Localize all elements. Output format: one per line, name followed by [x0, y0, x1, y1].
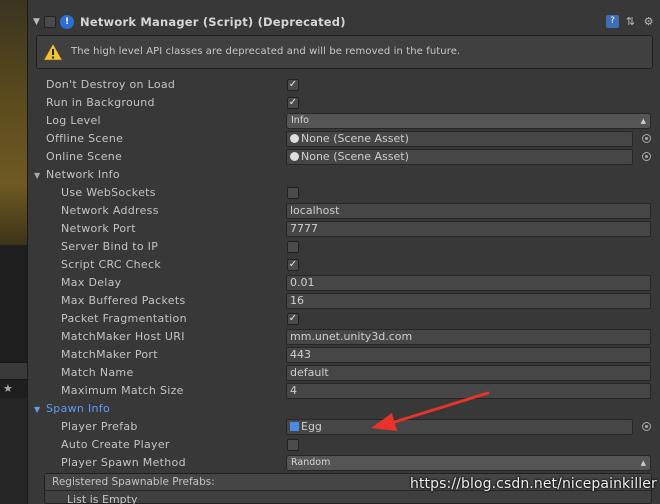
run-background-label: Run in Background [46, 96, 155, 109]
script-crc-label: Script CRC Check [61, 258, 161, 271]
auto-create-checkbox[interactable] [287, 439, 299, 451]
mm-port-label: MatchMaker Port [61, 348, 158, 361]
deprecation-warning-box: The high level API classes are deprecate… [36, 35, 653, 69]
row-packet-frag: Packet Fragmentation ✓ [28, 310, 660, 328]
favorites-star-icon[interactable]: ★ [3, 382, 13, 395]
row-dont-destroy: Don't Destroy on Load ✓ [28, 76, 660, 94]
row-network-port: Network Port 7777 [28, 220, 660, 238]
offline-scene-field[interactable]: None (Scene Asset) [286, 131, 633, 147]
match-name-input[interactable]: default [286, 365, 651, 381]
row-max-match: Maximum Match Size 4 [28, 382, 660, 400]
row-match-name: Match Name default [28, 364, 660, 382]
row-mm-host: MatchMaker Host URI mm.unet.unity3d.com [28, 328, 660, 346]
use-websockets-checkbox[interactable] [287, 187, 299, 199]
spawn-method-value: Random [291, 457, 331, 468]
script-info-icon: ! [60, 15, 74, 29]
object-picker-icon[interactable] [642, 422, 651, 431]
network-info-label[interactable]: ▼ Network Info [34, 168, 120, 181]
player-prefab-label: Player Prefab [61, 420, 138, 433]
mm-host-label: MatchMaker Host URI [61, 330, 185, 343]
online-scene-field[interactable]: None (Scene Asset) [286, 149, 633, 165]
log-level-value: Info [291, 115, 309, 126]
network-port-input[interactable]: 7777 [286, 221, 651, 237]
auto-create-label: Auto Create Player [61, 438, 170, 451]
row-auto-create: Auto Create Player [28, 436, 660, 454]
online-scene-value: None (Scene Asset) [301, 150, 409, 163]
player-prefab-value: Egg [301, 420, 322, 433]
object-picker-icon[interactable] [642, 134, 651, 143]
log-level-label: Log Level [46, 114, 101, 127]
network-info-foldout[interactable]: ▼ Network Info [28, 166, 660, 184]
scene-preview [0, 0, 27, 245]
row-mm-port: MatchMaker Port 443 [28, 346, 660, 364]
script-crc-checkbox[interactable]: ✓ [287, 259, 299, 271]
network-port-label: Network Port [61, 222, 136, 235]
row-server-bind: Server Bind to IP [28, 238, 660, 256]
packet-frag-label: Packet Fragmentation [61, 312, 187, 325]
component-enable-checkbox[interactable] [44, 16, 56, 28]
match-name-label: Match Name [61, 366, 134, 379]
scene-asset-icon [290, 152, 299, 161]
side-panel-toolbar[interactable] [0, 362, 27, 380]
book-help-icon[interactable]: ? [606, 15, 619, 28]
server-bind-label: Server Bind to IP [61, 240, 159, 253]
spawn-method-label: Player Spawn Method [61, 456, 186, 469]
list-empty-text: List is Empty [67, 493, 138, 504]
packet-frag-checkbox[interactable]: ✓ [287, 313, 299, 325]
offline-scene-value: None (Scene Asset) [301, 132, 409, 145]
row-log-level: Log Level Info ▲ [28, 112, 660, 130]
row-run-background: Run in Background ✓ [28, 94, 660, 112]
row-network-address: Network Address localhost [28, 202, 660, 220]
row-offline-scene: Offline Scene None (Scene Asset) [28, 130, 660, 148]
inspector-panel: ▼ ! Network Manager (Script) (Deprecated… [27, 0, 660, 504]
foldout-arrow-icon[interactable]: ▼ [33, 17, 40, 27]
row-online-scene: Online Scene None (Scene Asset) [28, 148, 660, 166]
log-level-dropdown[interactable]: Info ▲ [286, 113, 651, 129]
component-header[interactable]: ▼ ! Network Manager (Script) (Deprecated… [28, 12, 660, 34]
mm-host-input[interactable]: mm.unet.unity3d.com [286, 329, 651, 345]
dont-destroy-checkbox[interactable]: ✓ [287, 79, 299, 91]
spawn-method-dropdown[interactable]: Random ▲ [286, 455, 651, 471]
dropdown-caret-icon: ▲ [640, 459, 646, 467]
max-buffered-label: Max Buffered Packets [61, 294, 186, 307]
player-prefab-field[interactable]: Egg [286, 419, 633, 435]
server-bind-checkbox[interactable] [287, 241, 299, 253]
scene-asset-icon [290, 134, 299, 143]
dont-destroy-label: Don't Destroy on Load [46, 78, 176, 91]
scene-view-edge: ★ [0, 0, 27, 504]
use-websockets-label: Use WebSockets [61, 186, 156, 199]
spawn-info-foldout[interactable]: ▼ Spawn Info [28, 400, 660, 418]
mm-port-input[interactable]: 443 [286, 347, 651, 363]
prefab-cube-icon [290, 422, 299, 431]
max-buffered-input[interactable]: 16 [286, 293, 651, 309]
object-picker-icon[interactable] [642, 152, 651, 161]
side-panel-body [0, 398, 27, 504]
row-max-buffered: Max Buffered Packets 16 [28, 292, 660, 310]
row-spawn-method: Player Spawn Method Random ▲ [28, 454, 660, 472]
max-delay-label: Max Delay [61, 276, 122, 289]
network-address-label: Network Address [61, 204, 159, 217]
spawn-info-label[interactable]: ▼ Spawn Info [34, 402, 110, 415]
preset-sliders-icon[interactable]: ⇅ [624, 15, 637, 28]
warning-text: The high level API classes are deprecate… [71, 46, 461, 57]
dropdown-caret-icon: ▲ [640, 117, 646, 125]
max-match-input[interactable]: 4 [286, 383, 651, 399]
row-player-prefab: Player Prefab Egg [28, 418, 660, 436]
network-address-input[interactable]: localhost [286, 203, 651, 219]
row-script-crc: Script CRC Check ✓ [28, 256, 660, 274]
max-match-label: Maximum Match Size [61, 384, 184, 397]
foldout-arrow-icon: ▼ [34, 405, 41, 414]
header-icons: ? ⇅ ⚙ [606, 15, 655, 28]
row-max-delay: Max Delay 0.01 [28, 274, 660, 292]
watermark-text: https://blog.csdn.net/nicepainkiller [410, 476, 657, 492]
gear-icon[interactable]: ⚙ [642, 15, 655, 28]
run-background-checkbox[interactable]: ✓ [287, 97, 299, 109]
online-scene-label: Online Scene [46, 150, 123, 163]
foldout-arrow-icon: ▼ [34, 171, 41, 180]
component-title: Network Manager (Script) (Deprecated) [80, 15, 346, 29]
offline-scene-label: Offline Scene [46, 132, 124, 145]
row-use-websockets: Use WebSockets [28, 184, 660, 202]
warning-icon [43, 43, 63, 61]
max-delay-input[interactable]: 0.01 [286, 275, 651, 291]
